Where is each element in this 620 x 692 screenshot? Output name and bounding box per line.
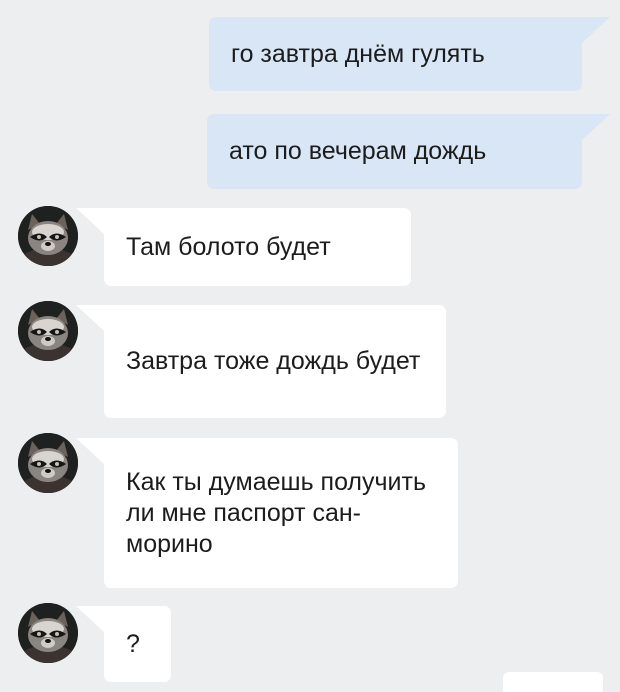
incoming-bubble-tail: [76, 438, 104, 464]
message-text: ато по вечерам дождь: [229, 137, 487, 165]
raccoon-avatar-icon[interactable]: [18, 206, 78, 266]
incoming-message[interactable]: Завтра тоже дождь будет: [104, 305, 446, 418]
incoming-message[interactable]: ?: [104, 606, 171, 682]
outgoing-bubble-tail: [582, 114, 610, 140]
raccoon-avatar-icon[interactable]: [18, 433, 78, 493]
message-text: Завтра тоже дождь будет: [126, 347, 421, 375]
incoming-bubble-tail: [76, 606, 104, 632]
chat-history[interactable]: го завтра днём гулять ато по вечерам дож…: [0, 0, 620, 692]
message-text: ?: [126, 629, 140, 658]
incoming-bubble-tail: [76, 305, 104, 331]
outgoing-message[interactable]: ато по вечерам дождь: [207, 114, 582, 189]
incoming-bubble-tail: [76, 208, 104, 234]
raccoon-avatar-icon[interactable]: [18, 301, 78, 361]
outgoing-message[interactable]: го завтра днём гулять: [209, 17, 582, 91]
incoming-message[interactable]: Там болото будет: [104, 208, 411, 286]
outgoing-message-partial[interactable]: [503, 672, 603, 692]
message-text: Как ты думаешь получить ли мне паспорт с…: [126, 467, 426, 558]
incoming-message[interactable]: Как ты думаешь получить ли мне паспорт с…: [104, 438, 458, 588]
message-text: го завтра днём гулять: [231, 39, 485, 68]
message-text: Там болото будет: [126, 232, 331, 261]
outgoing-bubble-tail: [582, 17, 610, 43]
raccoon-avatar-icon[interactable]: [18, 603, 78, 663]
